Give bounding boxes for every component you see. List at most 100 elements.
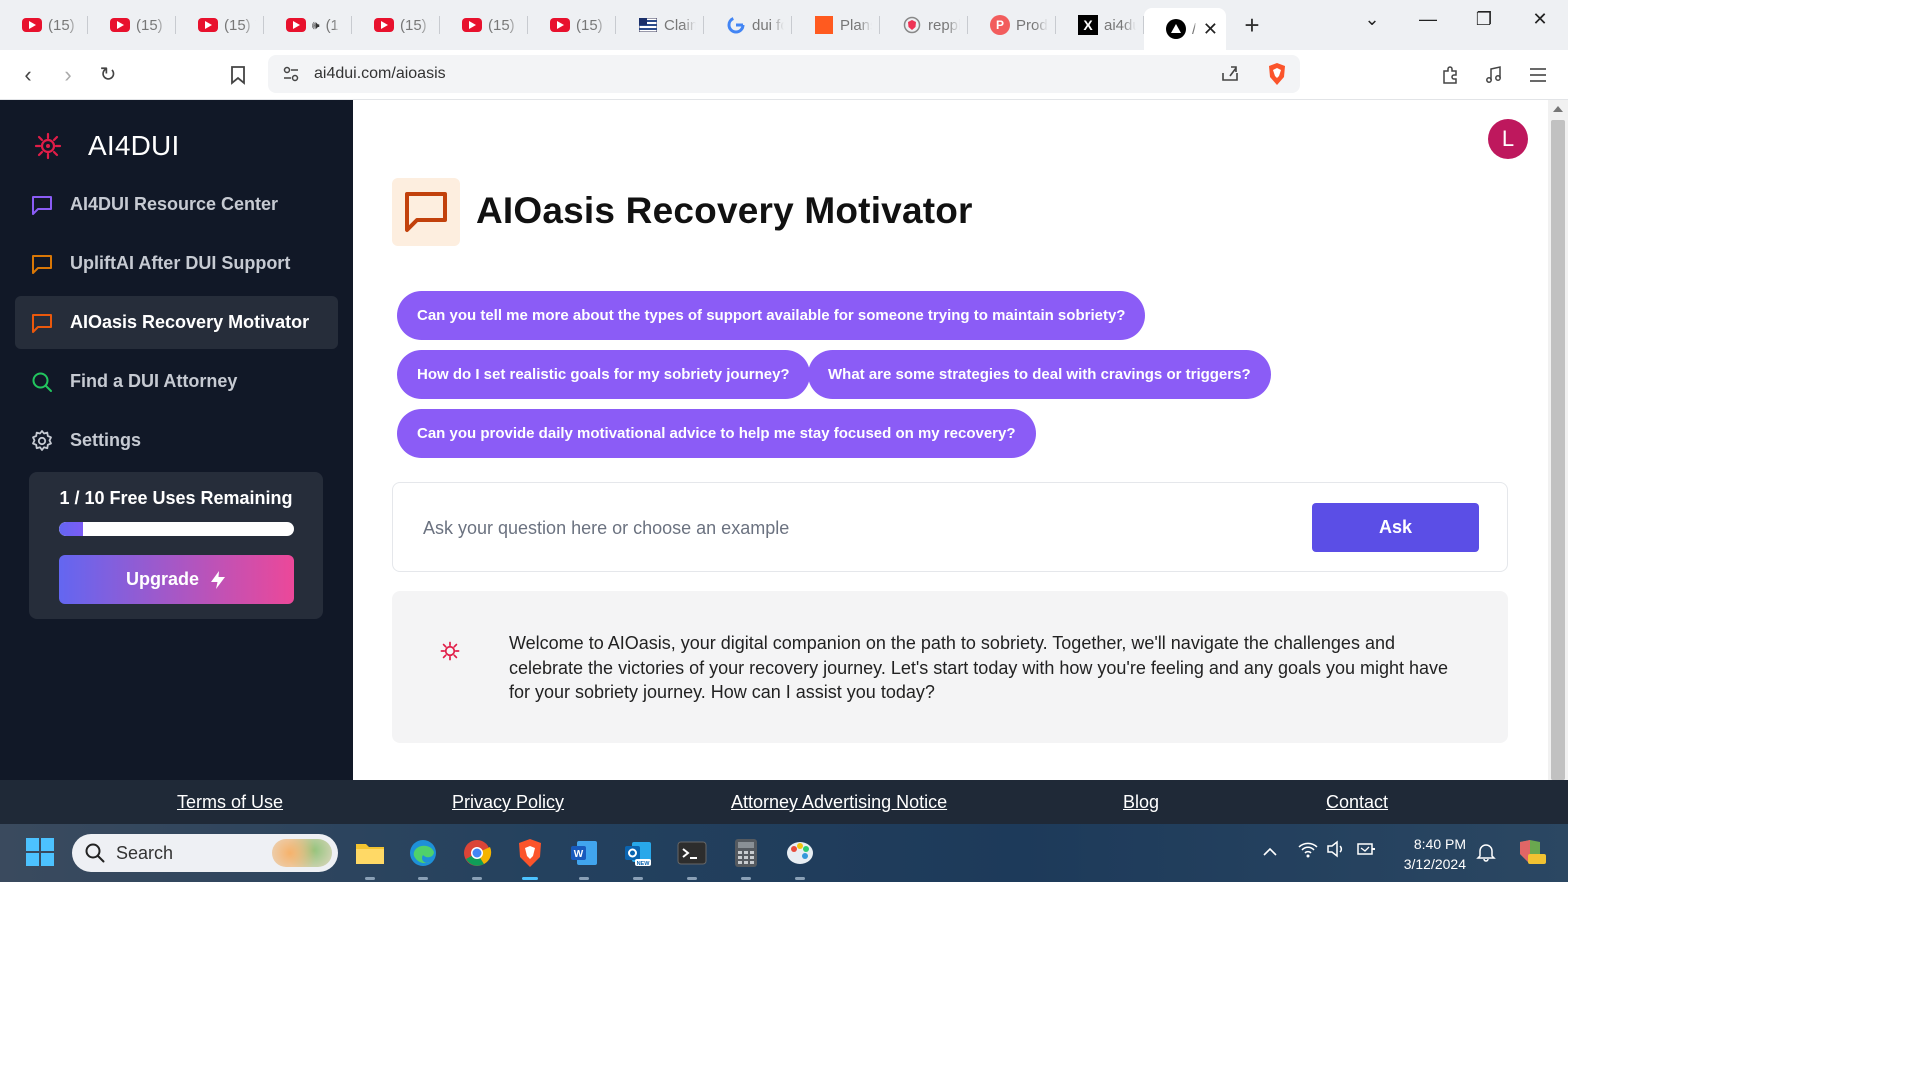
sidebar-item-settings[interactable]: Settings	[15, 414, 338, 467]
upgrade-button[interactable]: Upgrade	[59, 555, 294, 604]
tab-title: /	[1192, 20, 1197, 38]
tab-title: (1	[325, 16, 339, 34]
browser-tab[interactable]: 🕪 (1	[264, 6, 352, 44]
tab-title: (15) YouTube	[400, 16, 432, 34]
brave-shield-icon[interactable]	[1266, 62, 1288, 86]
search-highlight-image	[272, 839, 332, 867]
footer-link-attorney-advertising[interactable]: Attorney Advertising Notice	[731, 792, 947, 813]
producthunt-icon: P	[990, 15, 1010, 35]
tab-title: (15) YouTube	[224, 16, 256, 34]
question-input[interactable]	[413, 505, 1293, 551]
tab-search-chevron-icon[interactable]: ⌄	[1344, 0, 1400, 38]
clock-time: 8:40 PM	[1413, 836, 1466, 852]
shield-icon	[902, 15, 922, 35]
youtube-icon	[462, 15, 482, 35]
menu-icon[interactable]	[1518, 55, 1558, 95]
browser-tab[interactable]: Xai4du	[1056, 6, 1144, 44]
taskbar-search[interactable]: Search	[72, 834, 338, 872]
wifi-icon[interactable]	[1298, 840, 1318, 863]
audio-playing-icon[interactable]: 🕪	[312, 18, 320, 33]
word-icon[interactable]: W	[567, 836, 601, 880]
browser-tab[interactable]: (15) YouTube	[440, 6, 528, 44]
user-avatar[interactable]: L	[1488, 119, 1528, 159]
gear-icon	[30, 429, 54, 453]
tab-title: Prod	[1016, 16, 1048, 34]
taskbar-clock[interactable]: 8:40 PM 3/12/2024	[1390, 834, 1466, 874]
sidebar-item-find-attorney[interactable]: Find a DUI Attorney	[15, 355, 338, 408]
url-text[interactable]: ai4dui.com/aioasis	[314, 65, 446, 83]
question-form: Ask	[392, 482, 1508, 572]
page-scrollbar[interactable]	[1548, 100, 1568, 780]
sidebar-item-label: Find a DUI Attorney	[70, 371, 238, 391]
browser-tab[interactable]: P Prod	[968, 6, 1056, 44]
browser-tab[interactable]: (15) YouTube	[528, 6, 616, 44]
calculator-icon[interactable]	[729, 836, 763, 880]
sidebar-item-upliftai[interactable]: UpliftAI After DUI Support	[15, 237, 338, 290]
windows-start-icon[interactable]	[26, 838, 54, 866]
address-bar[interactable]: ai4dui.com/aioasis	[268, 55, 1300, 93]
close-tab-icon[interactable]: ✕	[1203, 19, 1218, 40]
free-uses-remaining: 1 / 10 Free Uses Remaining	[59, 488, 293, 508]
windows-taskbar: Search W NEW 8:40 PM 3/12/2024	[0, 824, 1568, 882]
restore-icon[interactable]: ❐	[1456, 0, 1512, 38]
extensions-icon[interactable]	[1430, 55, 1470, 95]
reload-button[interactable]: ↻	[88, 55, 128, 95]
sidebar-item-label: AI4DUI Resource Center	[70, 194, 279, 214]
brave-browser-icon[interactable]	[513, 836, 547, 880]
usage-card: 1 / 10 Free Uses Remaining Upgrade	[29, 472, 323, 619]
outlook-new-icon[interactable]: NEW	[621, 836, 655, 880]
footer-link-blog[interactable]: Blog	[1123, 792, 1159, 813]
browser-tab[interactable]: (15) YouTube	[176, 6, 264, 44]
example-question-chip[interactable]: How do I set realistic goals for my sobr…	[397, 350, 810, 399]
site-settings-icon[interactable]	[282, 65, 300, 83]
sidebar-item-label: AIOasis Recovery Motivator	[70, 312, 310, 332]
footer-link-contact[interactable]: Contact	[1326, 792, 1388, 813]
media-icon[interactable]	[1474, 55, 1514, 95]
example-question-chip[interactable]: What are some strategies to deal with cr…	[808, 350, 1271, 399]
sidebar-item-aioasis[interactable]: AIOasis Recovery Motivator	[15, 296, 338, 349]
page-title: AIOasis Recovery Motivator	[476, 190, 973, 231]
browser-tab-strip: (15) YouTube (15) YouTube (15) YouTube 🕪…	[0, 0, 1568, 50]
chat-bubble-icon	[30, 311, 54, 335]
forward-button[interactable]: ›	[48, 55, 88, 95]
youtube-icon	[550, 15, 570, 35]
edge-browser-icon[interactable]	[406, 836, 440, 880]
footer-link-privacy[interactable]: Privacy Policy	[452, 792, 564, 813]
browser-toolbar: ‹ › ↻ ai4dui.com/aioasis	[0, 50, 1568, 100]
paint-icon[interactable]	[783, 836, 817, 880]
terminal-icon[interactable]	[675, 836, 709, 880]
chat-bubble-icon	[30, 193, 54, 217]
scrollbar-thumb[interactable]	[1551, 120, 1565, 780]
ask-button[interactable]: Ask	[1312, 503, 1479, 552]
google-icon	[726, 15, 746, 35]
close-window-icon[interactable]: ✕	[1512, 0, 1568, 38]
example-question-chip[interactable]: Can you tell me more about the types of …	[397, 291, 1146, 340]
browser-tab[interactable]: Claim	[616, 6, 704, 44]
tray-chevron-up-icon[interactable]	[1262, 844, 1278, 862]
sidebar-item-resource-center[interactable]: AI4DUI Resource Center	[15, 178, 338, 231]
volume-icon[interactable]	[1326, 840, 1346, 863]
minimize-icon[interactable]: —	[1400, 0, 1456, 38]
browser-tab[interactable]: (15) YouTube	[88, 6, 176, 44]
scroll-up-arrow-icon[interactable]	[1553, 106, 1563, 112]
share-icon[interactable]	[1220, 63, 1240, 83]
browser-tab[interactable]: (15) YouTube	[0, 6, 88, 44]
back-button[interactable]: ‹	[8, 55, 48, 95]
copilot-pre-icon[interactable]	[1514, 836, 1546, 873]
browser-tab[interactable]: (15) YouTube	[352, 6, 440, 44]
example-question-chip[interactable]: Can you provide daily motivational advic…	[397, 409, 1036, 458]
tab-title: Claim	[664, 16, 696, 34]
browser-tab-active[interactable]: / ✕	[1144, 8, 1226, 50]
lightning-icon	[211, 570, 225, 589]
chrome-icon[interactable]	[460, 836, 494, 880]
notification-bell-icon[interactable]	[1476, 842, 1496, 867]
browser-tab[interactable]: Plans	[792, 6, 880, 44]
browser-tab[interactable]: dui fo	[704, 6, 792, 44]
new-tab-button[interactable]: +	[1232, 5, 1272, 45]
brand[interactable]: AI4DUI	[34, 130, 179, 162]
browser-tab[interactable]: reppl	[880, 6, 968, 44]
bookmark-icon[interactable]	[218, 55, 258, 95]
file-explorer-icon[interactable]	[353, 836, 387, 880]
battery-language-icon[interactable]	[1356, 840, 1380, 863]
footer-link-terms[interactable]: Terms of Use	[177, 792, 283, 813]
